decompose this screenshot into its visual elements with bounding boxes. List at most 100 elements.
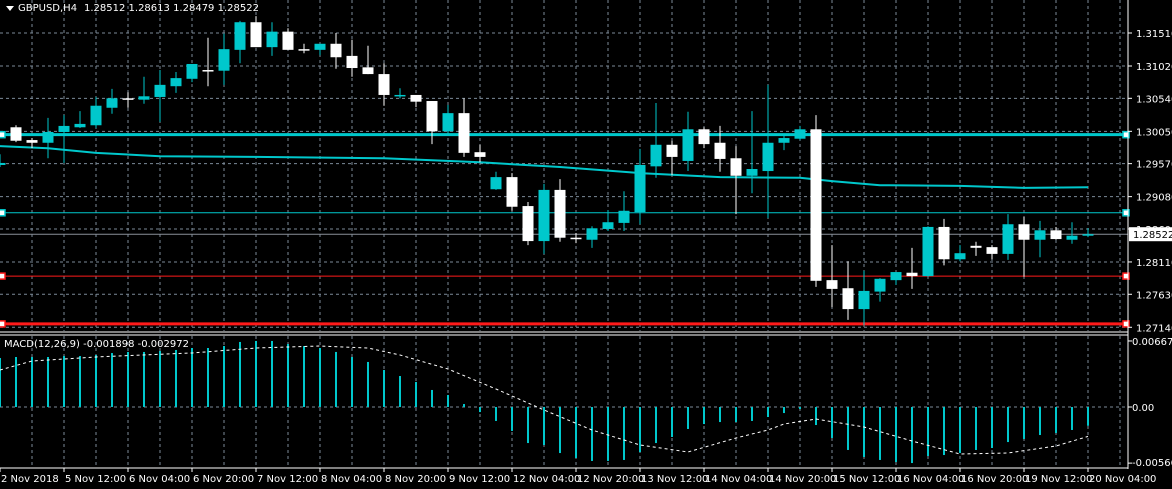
macd-histogram-bar [655,407,657,444]
macd-histogram-bar [735,407,737,423]
macd-histogram-bar [831,407,833,438]
candle-bear [506,177,518,207]
candle-bear [826,280,838,289]
candle-bear [970,245,982,248]
macd-histogram-bar [15,357,17,407]
macd-histogram-bar [319,347,321,407]
macd-histogram-bar [767,407,769,417]
candle-bull [634,164,646,213]
candle-bull [538,189,550,242]
time-label: 6 Nov 20:00 [193,474,254,485]
candle-bull [1002,224,1014,254]
macd-histogram-bar [751,407,753,421]
macd-histogram-bar [1023,407,1025,439]
candle-bull [858,290,870,310]
price-tick-label: 1.27140 [1136,323,1172,334]
dropdown-triangle-icon[interactable] [6,6,14,11]
candle-bull [650,144,662,167]
time-label: 15 Nov 12:00 [833,474,900,485]
candle-bull [266,31,278,48]
time-label: 20 Nov 04:00 [1089,474,1156,485]
time-label: 8 Nov 04:00 [321,474,382,485]
macd-axis-label: 0.00 [1132,403,1154,414]
macd-axis-label: 0.00667 [1132,337,1172,348]
candles [0,16,1094,326]
candle-bull [186,63,198,79]
macd-histogram-bar [975,407,977,450]
line-handle-icon[interactable] [0,209,6,217]
macd-histogram-bar [399,376,401,407]
time-label: 9 Nov 12:00 [449,474,510,485]
time-label: 16 Nov 04:00 [897,474,964,485]
macd-histogram-bar [943,407,945,456]
candle-bear [906,272,918,277]
macd-histogram-bar [431,389,433,407]
candle-bear [122,98,134,100]
time-label: 7 Nov 12:00 [257,474,318,485]
candle-bull [394,94,406,97]
line-handle-icon[interactable] [0,320,6,328]
candle-bear [426,101,438,132]
macd-histogram-bar [95,355,97,407]
macd-axis-label: -0.005669 [1132,458,1172,469]
macd-histogram-bar [927,407,929,457]
time-label: 12 Nov 04:00 [513,474,580,485]
candle-bull [170,78,182,87]
macd-histogram-bar [527,407,529,444]
chart-canvas[interactable]: 1.31510 1.31020 1.30540 1.30050 1.29570 1.290… [0,0,1172,489]
macd-histogram-bar [335,351,337,407]
macd-histogram-bar [1055,407,1057,434]
candle-bear [10,127,22,141]
candle-bull [874,278,886,292]
time-label: 13 Nov 12:00 [641,474,708,485]
candle-bull [1034,230,1046,240]
candle-bear [986,247,998,254]
macd-histogram-bar [863,407,865,457]
candle-bull [138,96,150,100]
macd-histogram-bar [1039,407,1041,436]
macd-histogram-bar [991,407,993,448]
price-tick-label: 1.29080 [1136,193,1172,204]
macd-histogram-bar [639,407,641,453]
macd-histogram-bar [1007,407,1009,443]
candle-bear [842,288,854,310]
time-label: 14 Nov 20:00 [769,474,836,485]
candle-bear [330,43,342,58]
time-label: 5 Nov 12:00 [65,474,126,485]
candle-bull [154,84,166,97]
macd-histogram-bar [255,340,257,407]
candle-bear [202,70,214,72]
candle-bull [618,210,630,223]
candle-bull [1082,234,1094,236]
candle-bull [58,125,70,132]
price-tick-label: 1.27630 [1136,290,1172,301]
price-tick-label: 1.29570 [1136,160,1172,171]
candle-bull [490,177,502,190]
time-label: 16 Nov 20:00 [961,474,1028,485]
macd-histogram-bar [575,407,577,458]
candle-bull [74,123,86,128]
candle-bull [442,113,454,132]
line-handle-icon[interactable] [0,130,6,139]
candle-bear [26,140,38,143]
candle-bear [938,226,950,260]
candle-bull [922,226,934,277]
candle-bull [794,129,806,139]
time-label: 14 Nov 04:00 [705,474,772,485]
candle-bear [570,237,582,240]
candle-bear [554,189,566,238]
macd-histogram-bar [351,357,353,407]
macd-histogram-bar [895,407,897,463]
chart-window[interactable]: 1.31510 1.31020 1.30540 1.30050 1.29570 1.290… [0,0,1172,489]
macd-histogram-bar [303,346,305,407]
line-handle-icon[interactable] [0,272,6,280]
macd-histogram-bar [47,357,49,407]
macd-histogram-bar [207,347,209,407]
price-tick-label: 1.31510 [1136,29,1172,40]
price-tick-label: 1.28110 [1136,258,1172,269]
candle-bull [762,142,774,172]
bid-price-label: 1.28522 [1133,230,1172,241]
macd-histogram-bar [1087,407,1089,426]
macd-histogram-bar [63,356,65,407]
candle-bull [954,253,966,260]
